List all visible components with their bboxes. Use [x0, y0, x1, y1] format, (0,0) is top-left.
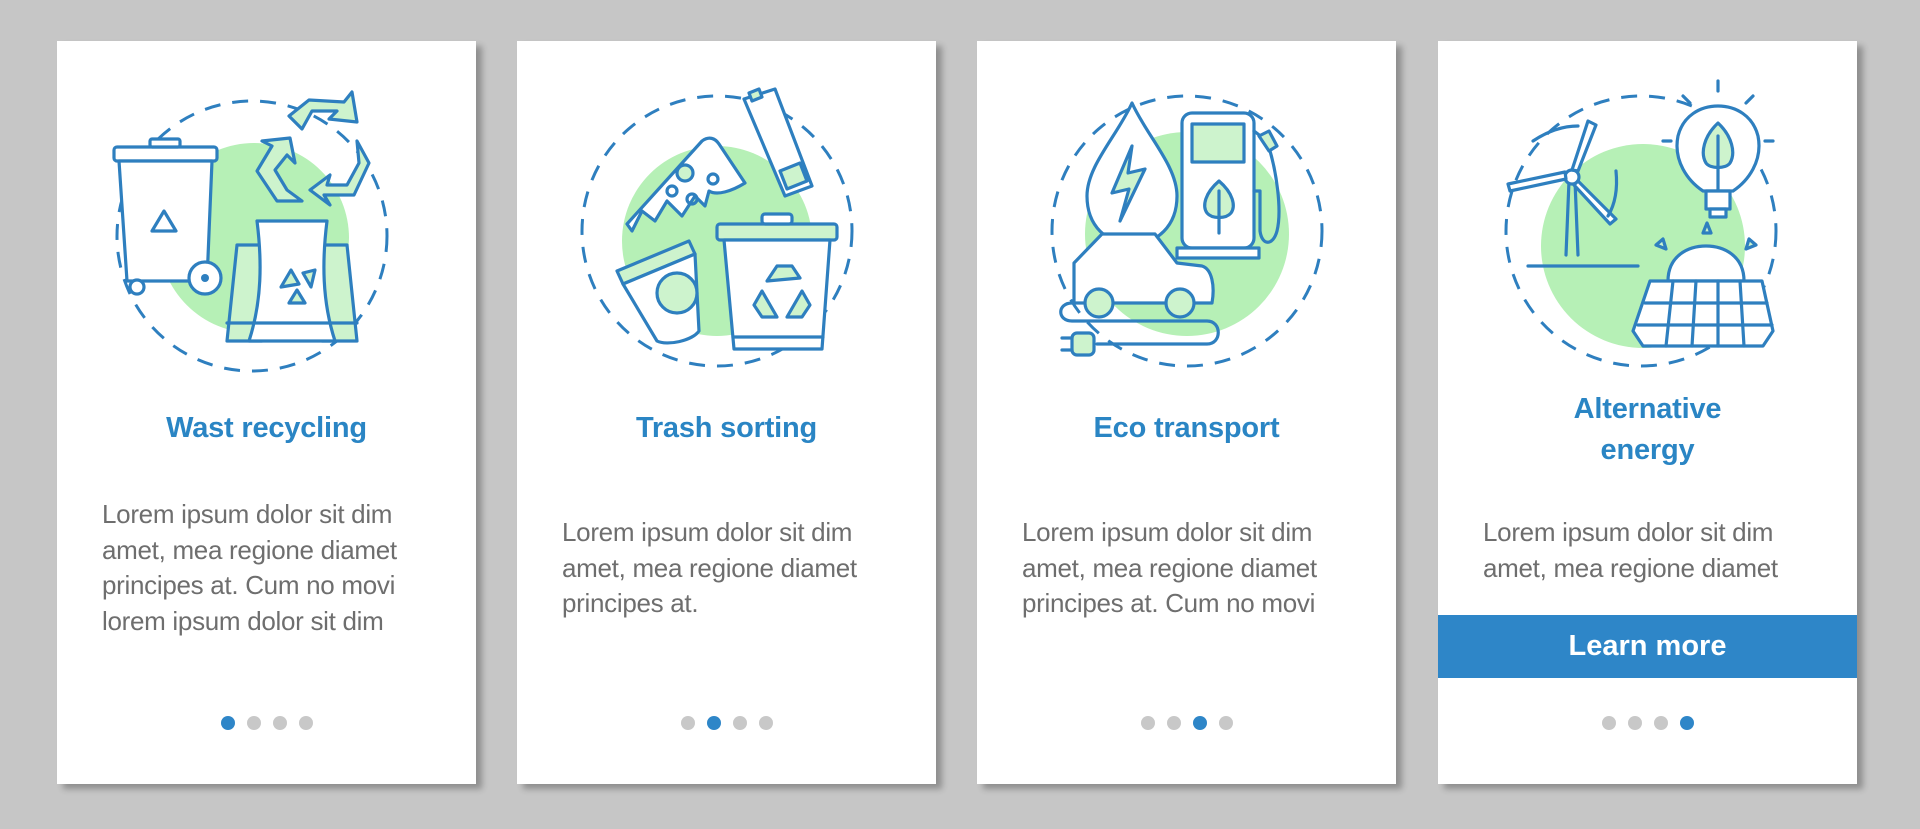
page-dot-1[interactable] — [1601, 716, 1616, 730]
card-title: Trash sorting — [635, 412, 818, 444]
page-dot-4[interactable] — [298, 716, 313, 730]
page-dot-1[interactable] — [220, 716, 235, 730]
page-dot-1[interactable] — [680, 716, 695, 730]
pagination-dots — [1438, 716, 1857, 730]
card-title: Eco transport — [1093, 412, 1280, 444]
page-dot-2[interactable] — [246, 716, 261, 730]
onboarding-card-trash-sorting: Trash sorting Lorem ipsum dolor sit dim … — [517, 41, 936, 784]
alternative-energy-illustration — [1438, 41, 1857, 401]
pagination-dots — [57, 716, 476, 730]
page-dot-1[interactable] — [1140, 716, 1155, 730]
trash-sorting-illustration — [517, 41, 936, 401]
card-description: Lorem ipsum dolor sit dim amet, mea regi… — [1483, 517, 1778, 583]
page-dot-4[interactable] — [758, 716, 773, 730]
card-title: Wast recycling — [166, 412, 367, 444]
recycle-arrows-icon — [255, 90, 371, 207]
water-drop-lightning-icon — [1085, 101, 1179, 246]
card-description: Lorem ipsum dolor sit dim amet, mea regi… — [562, 517, 857, 618]
learn-more-button[interactable]: Learn more — [1438, 615, 1857, 678]
page-dot-3[interactable] — [732, 716, 747, 730]
pagination-dots — [977, 716, 1396, 730]
card-description: Lorem ipsum dolor sit dim amet, mea regi… — [1022, 517, 1317, 618]
waste-recycling-illustration — [57, 41, 476, 401]
page-dot-2[interactable] — [706, 716, 721, 730]
pagination-dots — [517, 716, 936, 730]
recycle-bin-icon — [112, 137, 223, 296]
page-dot-4[interactable] — [1218, 716, 1233, 730]
page-dot-2[interactable] — [1627, 716, 1642, 730]
onboarding-card-alternative-energy: Alternative energy Lorem ipsum dolor sit… — [1438, 41, 1857, 784]
card-title-line-2: energy — [1600, 434, 1695, 466]
page-dot-3[interactable] — [1192, 716, 1207, 730]
eco-transport-illustration — [977, 41, 1396, 401]
onboarding-card-eco-transport: Eco transport Lorem ipsum dolor sit dim … — [977, 41, 1396, 784]
onboarding-card-waste-recycling: Wast recycling Lorem ipsum dolor sit dim… — [57, 41, 476, 784]
recycle-bin-icon — [715, 212, 839, 351]
page-dot-2[interactable] — [1166, 716, 1181, 730]
page-dot-3[interactable] — [272, 716, 287, 730]
page-dot-4[interactable] — [1679, 716, 1694, 730]
card-title: Alternative energy — [1438, 389, 1857, 471]
card-title-line-1: Alternative — [1573, 393, 1722, 425]
card-description: Lorem ipsum dolor sit dim amet, mea regi… — [102, 499, 397, 636]
page-dot-3[interactable] — [1653, 716, 1668, 730]
